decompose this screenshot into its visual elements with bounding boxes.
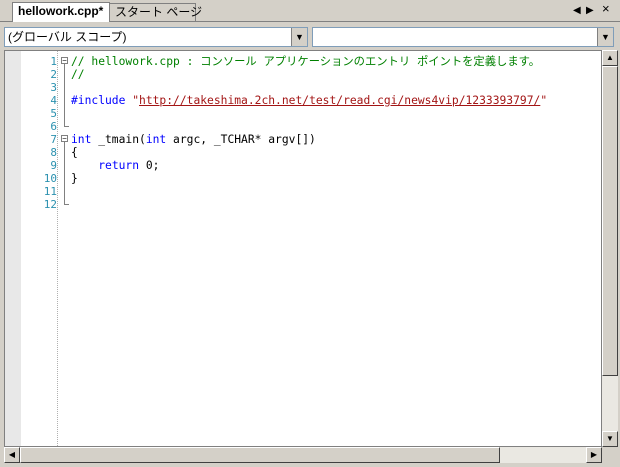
- collapse-icon[interactable]: −: [61, 135, 68, 143]
- document-tab-bar: hellowork.cpp* スタート ページ ◀ ▶ ×: [0, 0, 620, 22]
- preprocessor-directive: #include: [71, 94, 133, 107]
- outline-line: [64, 159, 65, 172]
- comment-text: //: [71, 68, 85, 81]
- code-line-8: {: [71, 146, 601, 159]
- horizontal-scroll-thumb[interactable]: [20, 447, 500, 463]
- code-editor[interactable]: 1 2 3 4 5 6 7 8 9 10 11 12 − − // hellow…: [4, 50, 602, 447]
- line-number: 11: [43, 185, 57, 198]
- line-number: 4: [50, 94, 57, 107]
- outline-line: [64, 146, 65, 159]
- line-number: 6: [50, 120, 57, 133]
- tab-hellowork-cpp[interactable]: hellowork.cpp*: [12, 2, 110, 22]
- keyword: int: [145, 133, 167, 146]
- code-token: 0;: [139, 159, 160, 172]
- scope-combo[interactable]: (グローバル スコープ) ▼: [4, 27, 308, 47]
- code-line-9: return 0;: [71, 159, 601, 172]
- code-token: }: [71, 172, 78, 185]
- vertical-scroll-thumb[interactable]: [602, 66, 618, 376]
- code-token: _tmain(: [91, 133, 146, 146]
- line-number: 10: [43, 172, 57, 185]
- code-line-2: //: [71, 68, 601, 81]
- scroll-up-icon[interactable]: ▲: [602, 50, 618, 66]
- tab-start-page[interactable]: スタート ページ: [110, 3, 202, 21]
- comment-text: // hellowork.cpp : コンソール アプリケーションのエントリ ポ…: [71, 55, 541, 68]
- outline-line: [64, 185, 65, 198]
- code-line-10: }: [71, 172, 601, 185]
- line-number: 7: [50, 133, 57, 146]
- code-line-1: // hellowork.cpp : コンソール アプリケーションのエントリ ポ…: [71, 55, 601, 68]
- line-number: 9: [50, 159, 57, 172]
- keyword: return: [98, 159, 140, 172]
- line-number: 2: [50, 68, 57, 81]
- outline-end: [64, 198, 69, 205]
- outline-end: [64, 120, 69, 127]
- code-token: argc, _TCHAR* argv[]): [166, 133, 316, 146]
- tab-label: スタート ページ: [115, 5, 203, 19]
- line-number: 5: [50, 107, 57, 120]
- scroll-right-icon[interactable]: ▶: [586, 447, 602, 463]
- selection-margin[interactable]: [5, 51, 21, 446]
- scrollbar-corner: [602, 447, 618, 463]
- keyword: int: [71, 133, 92, 146]
- scroll-down-icon[interactable]: ▼: [602, 431, 618, 447]
- include-url-link[interactable]: http://takeshima.2ch.net/test/read.cgi/n…: [139, 94, 540, 107]
- chevron-down-icon[interactable]: ▼: [597, 28, 613, 46]
- close-icon[interactable]: ×: [602, 2, 610, 16]
- line-number: 12: [43, 198, 57, 211]
- code-token: {: [71, 146, 78, 159]
- line-number: 8: [50, 146, 57, 159]
- outline-line: [64, 172, 65, 185]
- member-combo[interactable]: ▼: [312, 27, 614, 47]
- scroll-left-icon[interactable]: ◀: [4, 447, 20, 463]
- code-line-7: int _tmain(int argc, _TCHAR* argv[]): [71, 133, 601, 146]
- code-text[interactable]: // hellowork.cpp : コンソール アプリケーションのエントリ ポ…: [71, 55, 601, 211]
- outline-line: [64, 94, 65, 107]
- scope-combo-value: (グローバル スコープ): [8, 30, 127, 44]
- chevron-down-icon[interactable]: ▼: [291, 28, 307, 46]
- arrow-right-icon[interactable]: ▶: [586, 4, 594, 18]
- outlining-margin: − −: [61, 55, 71, 211]
- outline-line: [64, 68, 65, 81]
- line-numbers: 1 2 3 4 5 6 7 8 9 10 11 12: [21, 55, 61, 211]
- line-number: 3: [50, 81, 57, 94]
- code-line-4: #include "http://takeshima.2ch.net/test/…: [71, 94, 601, 107]
- navigation-bar: (グローバル スコープ) ▼ ▼: [0, 22, 620, 50]
- collapse-icon[interactable]: −: [61, 57, 68, 65]
- arrow-left-icon[interactable]: ◀: [573, 4, 581, 18]
- outline-line: [64, 107, 65, 120]
- tab-label: hellowork.cpp*: [18, 4, 104, 18]
- string-quote: ": [540, 94, 548, 107]
- horizontal-scrollbar[interactable]: ◀ ▶: [4, 447, 602, 463]
- vertical-scrollbar[interactable]: ▲ ▼: [602, 50, 618, 447]
- line-number: 1: [50, 55, 57, 68]
- outline-line: [64, 81, 65, 94]
- string-quote: ": [132, 94, 140, 107]
